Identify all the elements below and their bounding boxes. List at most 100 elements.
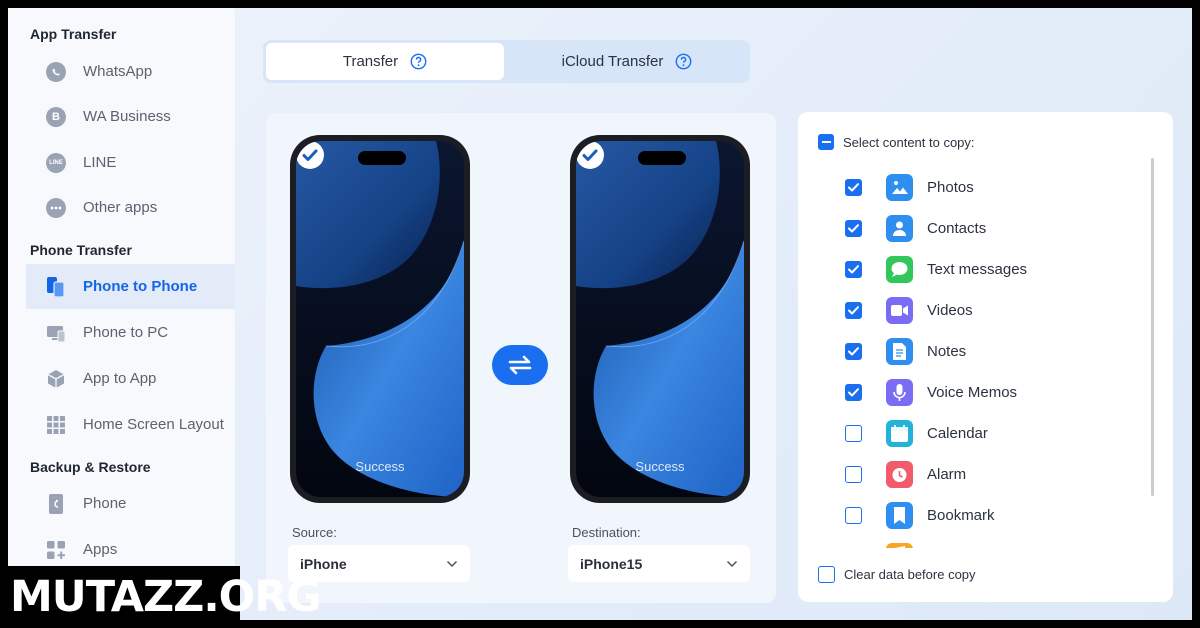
success-label: Success (635, 459, 685, 474)
sidebar-item-whatsapp[interactable]: WhatsApp (26, 49, 235, 94)
other-apps-icon (46, 197, 66, 218)
chevron-down-icon (726, 560, 738, 567)
sidebar-item-phone-backup[interactable]: Phone (26, 481, 235, 526)
phone-backup-icon (46, 493, 66, 514)
destination-value: iPhone15 (580, 555, 643, 572)
checkbox-unchecked[interactable] (845, 547, 862, 548)
videos-icon (886, 296, 913, 324)
content-item-label: Videos (927, 301, 973, 319)
messages-icon (886, 255, 913, 283)
content-item-label: Voice Memos (927, 383, 1018, 401)
tab-label: Transfer (342, 53, 399, 70)
checkbox-unchecked[interactable] (845, 424, 862, 442)
content-item-calendar[interactable]: Calendar (845, 418, 988, 448)
swap-icon (508, 355, 532, 375)
wa-business-icon: B (46, 106, 66, 127)
help-icon[interactable] (675, 53, 692, 70)
checkbox-checked[interactable] (845, 342, 862, 360)
content-item-contacts[interactable]: Contacts (845, 213, 986, 243)
app-window: App Transfer WhatsApp B WA Business LINE… (8, 8, 1192, 620)
content-item-ringtone[interactable]: Ringtone (845, 541, 987, 548)
content-item-label: Text messages (927, 260, 1028, 278)
content-panel: Select content to copy: Photos Contacts Te… (798, 112, 1173, 602)
content-item-notes[interactable]: Notes (845, 336, 966, 366)
calendar-icon (886, 419, 913, 447)
checkbox-checked[interactable] (845, 383, 862, 401)
sidebar-item-label: Phone to Phone (83, 278, 198, 295)
sidebar-item-wa-business[interactable]: B WA Business (26, 94, 235, 139)
sidebar-item-home-screen-layout[interactable]: Home Screen Layout (26, 402, 235, 447)
checkbox-box (818, 566, 835, 583)
section-title-app-transfer: App Transfer (30, 26, 117, 42)
checkbox-checked[interactable] (845, 178, 862, 196)
alarm-icon (886, 460, 913, 488)
destination-select[interactable]: iPhone15 (568, 545, 750, 582)
help-icon[interactable] (410, 53, 427, 70)
sidebar-item-line[interactable]: LINE LINE (26, 140, 235, 185)
sidebar-item-label: LINE (83, 154, 117, 171)
checkbox-unchecked[interactable] (845, 506, 862, 524)
ringtone-icon (886, 542, 913, 548)
content-item-voice-memos[interactable]: Voice Memos (845, 377, 1017, 407)
sidebar-item-other-apps[interactable]: Other apps (26, 185, 235, 230)
section-title-backup-restore: Backup & Restore (30, 459, 151, 475)
select-all-checkbox[interactable]: Select content to copy: (818, 134, 975, 150)
sidebar-item-phone-to-phone[interactable]: Phone to Phone (26, 264, 235, 309)
watermark: MUTAZZ.ORG (0, 566, 322, 628)
checkmark-icon (848, 223, 859, 232)
source-value: iPhone (300, 555, 347, 572)
phones-panel: Success Success Source: iPhone Destinati… (266, 113, 776, 603)
content-item-alarm[interactable]: Alarm (845, 459, 966, 489)
content-list: Photos Contacts Text messages Videos Notes Vo… (798, 162, 1158, 548)
photos-icon (886, 173, 913, 201)
content-item-label: Contacts (927, 219, 987, 237)
content-item-photos[interactable]: Photos (845, 172, 974, 202)
swap-button[interactable] (492, 345, 548, 385)
phone-screen: Success (296, 141, 464, 497)
sidebar-item-app-to-app[interactable]: App to App (26, 356, 235, 401)
content-item-text-messages[interactable]: Text messages (845, 254, 1027, 284)
dynamic-island (638, 151, 686, 165)
partial-check-icon (818, 134, 834, 150)
scrollbar[interactable] (1151, 158, 1154, 496)
checkmark-icon (848, 305, 859, 314)
success-label: Success (355, 459, 405, 474)
phone-screen: Success (576, 141, 744, 497)
tab-icloud-transfer[interactable]: iCloud Transfer (507, 43, 747, 80)
line-icon: LINE (46, 152, 66, 173)
content-item-label: Notes (927, 342, 967, 360)
checkbox-checked[interactable] (845, 301, 862, 319)
bookmark-icon (886, 501, 913, 529)
dynamic-island (358, 151, 406, 165)
checkmark-icon (848, 182, 859, 191)
sidebar-item-label: Apps (83, 541, 118, 558)
content-item-videos[interactable]: Videos (845, 295, 973, 325)
sidebar: App Transfer WhatsApp B WA Business LINE… (8, 8, 235, 620)
success-check-icon (296, 141, 324, 169)
section-title-phone-transfer: Phone Transfer (30, 242, 132, 258)
tab-transfer[interactable]: Transfer (266, 43, 504, 80)
checkbox-checked[interactable] (845, 219, 862, 237)
select-all-label: Select content to copy: (843, 134, 975, 150)
chevron-down-icon (446, 560, 458, 567)
sidebar-item-label: Phone (83, 495, 127, 512)
checkmark-icon (848, 387, 859, 396)
phone-to-phone-icon (46, 276, 66, 298)
content-item-label: Alarm (927, 465, 967, 483)
sidebar-item-phone-to-pc[interactable]: Phone to PC (26, 310, 235, 355)
checkmark-icon (848, 346, 859, 355)
clear-data-checkbox[interactable]: Clear data before copy (818, 566, 976, 583)
voice-memos-icon (886, 378, 913, 406)
sidebar-item-label: Home Screen Layout (83, 416, 224, 433)
app-to-app-icon (46, 369, 66, 389)
source-label: Source: (292, 525, 337, 540)
sidebar-item-label: WA Business (83, 108, 171, 125)
checkmark-icon (848, 264, 859, 273)
content-item-bookmark[interactable]: Bookmark (845, 500, 995, 530)
checkbox-checked[interactable] (845, 260, 862, 278)
checkbox-unchecked[interactable] (845, 465, 862, 483)
sidebar-item-label: WhatsApp (83, 63, 153, 80)
content-item-label: Bookmark (927, 506, 995, 524)
transfer-tabs: Transfer iCloud Transfer (263, 40, 750, 83)
whatsapp-icon (46, 61, 66, 82)
